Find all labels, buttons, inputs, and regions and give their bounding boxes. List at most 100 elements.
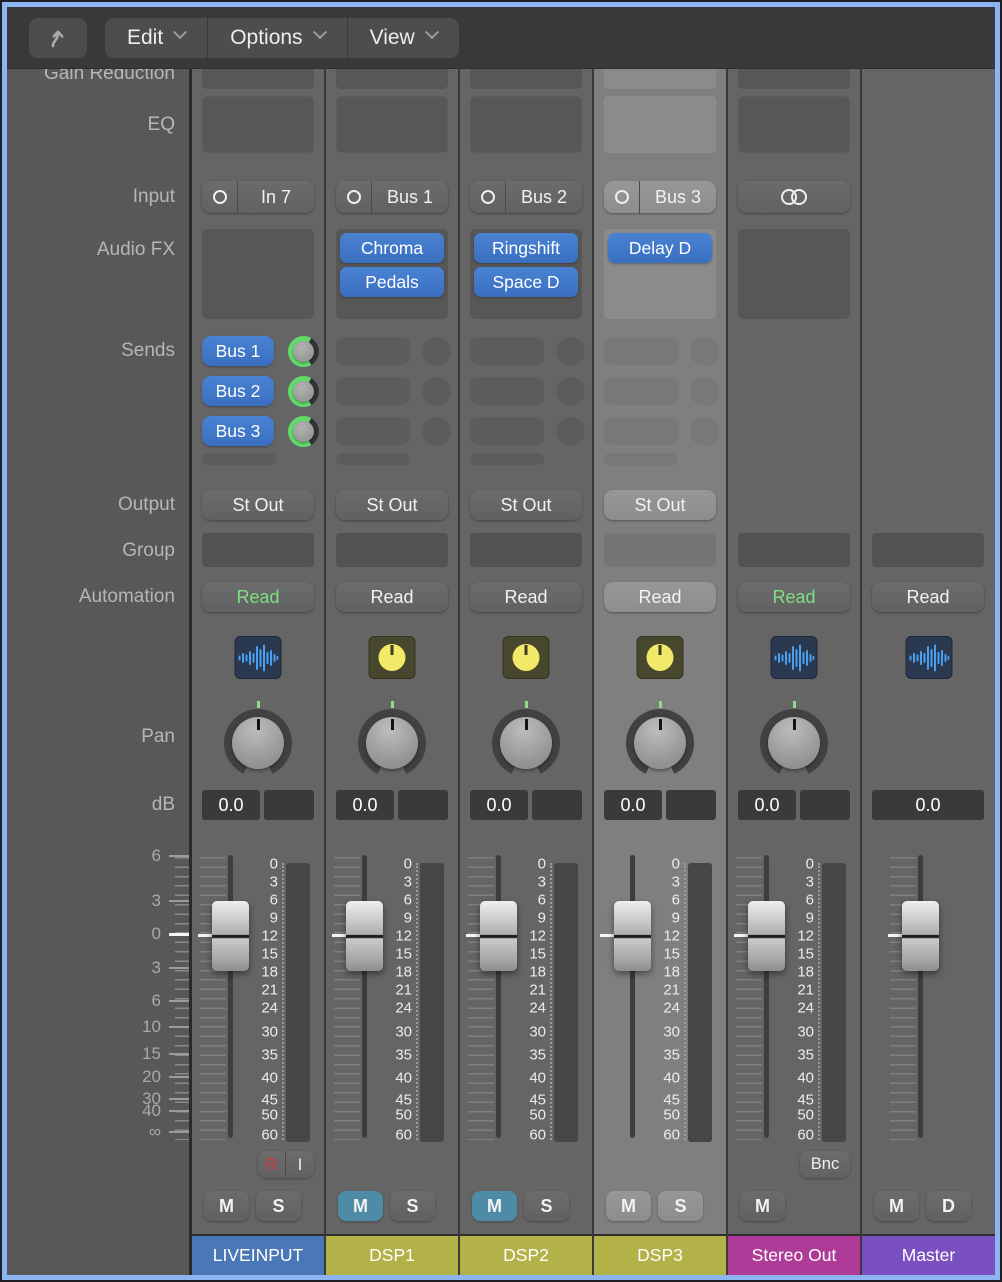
input-button[interactable]: Bus 1 — [336, 181, 448, 213]
audio-fx-slot[interactable] — [738, 229, 850, 319]
track-name-plate[interactable]: DSP2 — [460, 1234, 592, 1275]
eq-slot[interactable] — [336, 96, 448, 153]
plugin-button[interactable]: Pedals — [340, 267, 444, 297]
input-button[interactable]: Bus 2 — [470, 181, 582, 213]
waveform-track-icon[interactable] — [235, 636, 282, 679]
record-enable-button[interactable]: R — [258, 1151, 286, 1178]
input-monitor-button[interactable]: I — [286, 1151, 314, 1178]
pan-knob[interactable] — [223, 701, 293, 779]
output-button[interactable]: St Out — [470, 490, 582, 520]
menu-button[interactable]: Options — [207, 18, 346, 58]
peak-db-value[interactable] — [532, 790, 582, 820]
input-button[interactable]: In 7 — [202, 181, 314, 213]
empty-send-slot[interactable] — [202, 453, 276, 465]
mute-button[interactable]: M — [874, 1191, 919, 1221]
track-name-plate[interactable]: Stereo Out — [728, 1234, 860, 1275]
pan-knob[interactable] — [491, 701, 561, 779]
input-button[interactable]: Bus 3 — [604, 181, 716, 213]
mute-button[interactable]: M — [606, 1191, 651, 1221]
empty-send-slot[interactable] — [336, 377, 410, 405]
fader-track[interactable] — [918, 855, 923, 1138]
audio-fx-slot[interactable] — [202, 229, 314, 319]
output-button[interactable]: St Out — [336, 490, 448, 520]
mute-button[interactable]: M — [204, 1191, 249, 1221]
fader-track[interactable] — [764, 855, 769, 1138]
automation-mode-button[interactable]: Read — [202, 582, 314, 612]
empty-send-slot[interactable] — [470, 377, 544, 405]
group-slot[interactable] — [872, 533, 984, 567]
empty-send-slot[interactable] — [470, 417, 544, 445]
solo-button[interactable]: S — [658, 1191, 703, 1221]
pan-knob[interactable] — [625, 701, 695, 779]
empty-send-slot[interactable] — [470, 453, 544, 465]
fader-track[interactable] — [630, 855, 635, 1138]
knob-track-icon[interactable] — [503, 636, 550, 679]
fader-handle[interactable] — [346, 901, 383, 971]
volume-db-value[interactable]: 0.0 — [470, 790, 528, 820]
empty-send-slot[interactable] — [470, 337, 544, 365]
pan-knob[interactable] — [357, 701, 427, 779]
empty-send-slot[interactable] — [336, 453, 410, 465]
empty-send-slot[interactable] — [604, 453, 678, 465]
solo-button[interactable]: S — [390, 1191, 435, 1221]
eq-slot[interactable] — [470, 96, 582, 153]
track-name-plate[interactable]: LIVEINPUT — [192, 1234, 324, 1275]
eq-slot[interactable] — [604, 96, 716, 153]
mute-button[interactable]: M — [740, 1191, 785, 1221]
automation-mode-button[interactable]: Read — [738, 582, 850, 612]
volume-db-value[interactable]: 0.0 — [336, 790, 394, 820]
volume-db-value[interactable]: 0.0 — [202, 790, 260, 820]
group-slot[interactable] — [470, 533, 582, 567]
track-name-plate[interactable]: Master — [862, 1234, 995, 1275]
input-button[interactable] — [738, 181, 850, 213]
solo-button[interactable]: S — [524, 1191, 569, 1221]
mute-button[interactable]: M — [338, 1191, 383, 1221]
knob-track-icon[interactable] — [369, 636, 416, 679]
automation-mode-button[interactable]: Read — [604, 582, 716, 612]
peak-db-value[interactable] — [264, 790, 314, 820]
bounce-button[interactable]: Bnc — [800, 1151, 850, 1178]
waveform-track-icon[interactable] — [771, 636, 818, 679]
automation-mode-button[interactable]: Read — [872, 582, 984, 612]
group-slot[interactable] — [202, 533, 314, 567]
fader-track[interactable] — [362, 855, 367, 1138]
menu-button[interactable]: Edit — [105, 18, 207, 58]
pan-knob[interactable] — [759, 701, 829, 779]
empty-send-slot[interactable] — [604, 337, 678, 365]
fader-handle[interactable] — [614, 901, 651, 971]
automation-mode-button[interactable]: Read — [336, 582, 448, 612]
fader-handle[interactable] — [748, 901, 785, 971]
peak-db-value[interactable] — [398, 790, 448, 820]
knob-track-icon[interactable] — [637, 636, 684, 679]
empty-send-slot[interactable] — [336, 417, 410, 445]
group-slot[interactable] — [336, 533, 448, 567]
fader-handle[interactable] — [902, 901, 939, 971]
plugin-button[interactable]: Ringshift — [474, 233, 578, 263]
fader-handle[interactable] — [480, 901, 517, 971]
back-button[interactable] — [29, 18, 87, 58]
output-button[interactable]: St Out — [202, 490, 314, 520]
fader-track[interactable] — [228, 855, 233, 1138]
group-slot[interactable] — [604, 533, 716, 567]
group-slot[interactable] — [738, 533, 850, 567]
automation-mode-button[interactable]: Read — [470, 582, 582, 612]
fader-handle[interactable] — [212, 901, 249, 971]
empty-send-slot[interactable] — [604, 377, 678, 405]
plugin-button[interactable]: Chroma — [340, 233, 444, 263]
eq-slot[interactable] — [202, 96, 314, 153]
volume-db-value[interactable]: 0.0 — [872, 790, 984, 820]
peak-db-value[interactable] — [800, 790, 850, 820]
peak-db-value[interactable] — [666, 790, 716, 820]
empty-send-slot[interactable] — [336, 337, 410, 365]
track-name-plate[interactable]: DSP1 — [326, 1234, 458, 1275]
plugin-button[interactable]: Space D — [474, 267, 578, 297]
dim-button[interactable]: D — [926, 1191, 971, 1221]
track-name-plate[interactable]: DSP3 — [594, 1234, 726, 1275]
volume-db-value[interactable]: 0.0 — [604, 790, 662, 820]
plugin-button[interactable]: Delay D — [608, 233, 712, 263]
eq-slot[interactable] — [738, 96, 850, 153]
fader-track[interactable] — [496, 855, 501, 1138]
menu-button[interactable]: View — [347, 18, 459, 58]
output-button[interactable]: St Out — [604, 490, 716, 520]
waveform-track-icon[interactable] — [905, 636, 952, 679]
